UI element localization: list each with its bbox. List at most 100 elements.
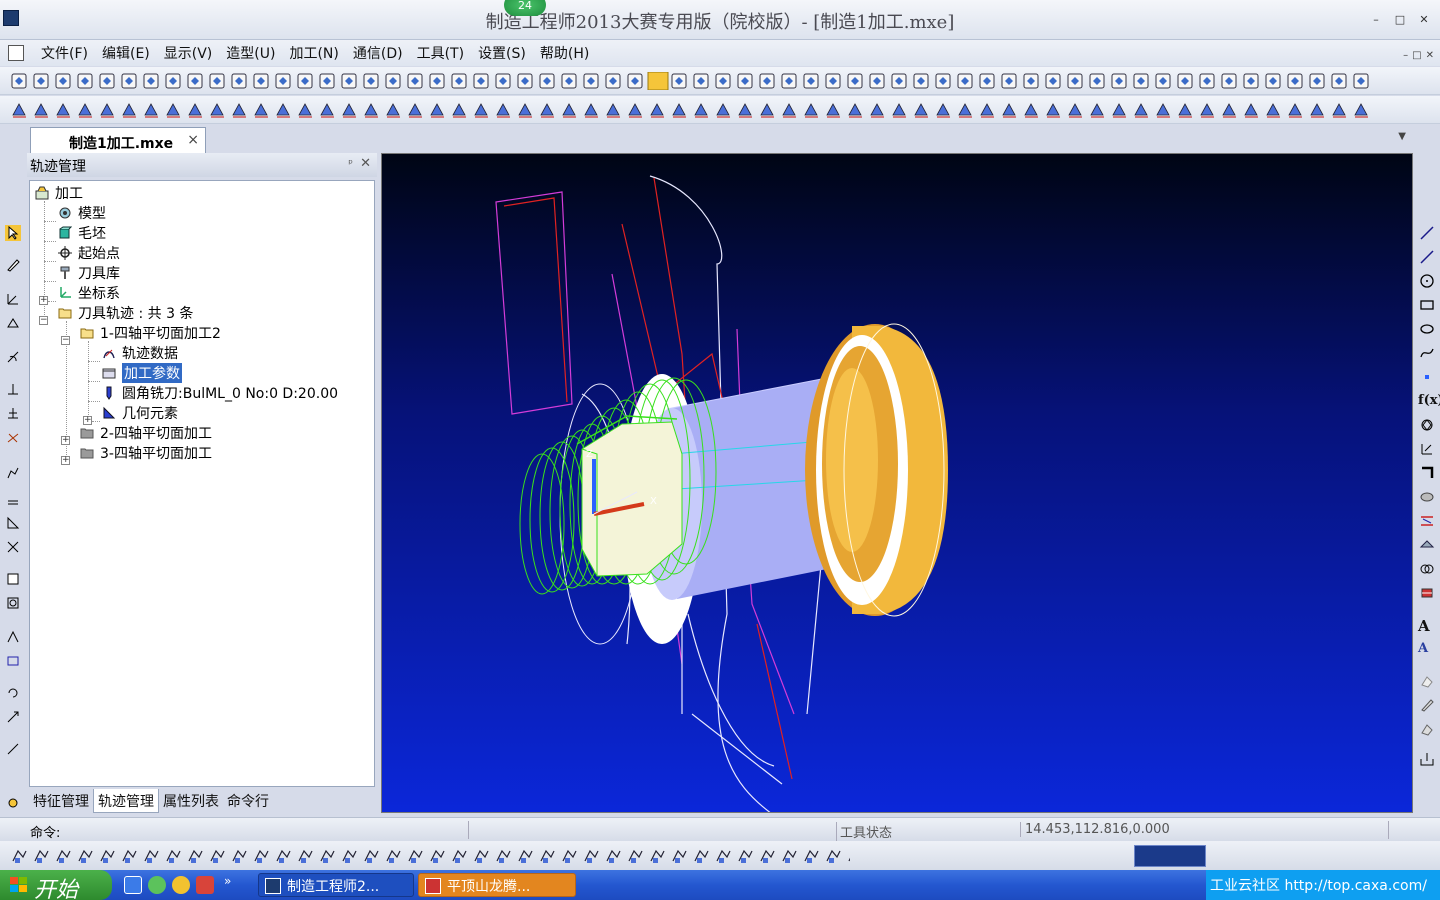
3d-viewport[interactable]: Z X [381, 153, 1413, 813]
rectangle-icon[interactable] [1419, 297, 1435, 313]
collapse-trajectory-1[interactable]: − [61, 336, 70, 345]
tree-item-machining-parameters[interactable]: 加工参数 [102, 363, 182, 383]
tree-item-tool-library[interactable]: 刀具库 [58, 263, 120, 283]
menu-communication[interactable]: 通信(D) [346, 43, 410, 63]
close-button[interactable]: ✕ [1414, 12, 1434, 28]
menu-machining[interactable]: 加工(N) [282, 43, 345, 63]
eraser-icon[interactable] [1419, 673, 1435, 689]
document-menu-icon[interactable] [8, 45, 24, 61]
trim-icon[interactable] [1419, 465, 1435, 481]
tree-item-blank[interactable]: 毛坯 [58, 223, 106, 243]
taskbar-item-caxa[interactable]: 制造工程师2... [258, 873, 414, 897]
sketch-pen-icon[interactable] [5, 257, 21, 273]
menu-view[interactable]: 显示(V) [157, 43, 220, 63]
mdi-close-button[interactable]: ✕ [1426, 50, 1434, 61]
panel-close-icon[interactable]: ✕ [360, 156, 371, 171]
notification-badge[interactable]: 24 [504, 0, 546, 16]
sweep-icon[interactable] [5, 381, 21, 397]
loop-icon[interactable] [1419, 561, 1435, 577]
fillet-icon[interactable] [5, 429, 21, 445]
tree-item-machining[interactable]: 加工 [35, 183, 83, 203]
chamfer-icon[interactable] [5, 465, 21, 481]
revolve-icon[interactable] [5, 349, 21, 365]
input-method-bar[interactable] [1134, 845, 1206, 867]
quick-launch-desktop-icon[interactable] [196, 876, 214, 894]
mirror-icon[interactable] [5, 539, 21, 555]
menu-modeling[interactable]: 造型(U) [219, 43, 282, 63]
quick-launch-media-icon[interactable] [172, 876, 190, 894]
surface-icon[interactable] [1419, 489, 1435, 505]
quick-launch-more-icon[interactable]: » [224, 875, 231, 894]
tree-item-geometry[interactable]: 几何元素 [102, 403, 178, 423]
bottom-toolbar-icons[interactable] [10, 847, 850, 865]
quick-launch-browser-icon[interactable] [148, 876, 166, 894]
color-surface-icon[interactable] [1419, 585, 1435, 601]
document-tab[interactable]: 制造1加工.mxe × [30, 127, 206, 153]
text-icon[interactable]: A [1418, 617, 1430, 635]
maximize-button[interactable]: □ [1390, 12, 1410, 28]
pattern-icon[interactable] [5, 595, 21, 611]
expand-trajectory-2[interactable]: + [61, 436, 70, 445]
pin-icon[interactable]: ᵖ [348, 157, 353, 170]
tree-item-trajectory-2[interactable]: 2-四轴平切面加工 [80, 423, 212, 443]
tab-command-line[interactable]: 命令行 [223, 789, 273, 813]
standard-toolbar-icons[interactable] [10, 71, 1370, 91]
polygon-icon[interactable] [1419, 417, 1435, 433]
menu-help[interactable]: 帮助(H) [533, 43, 596, 63]
offset-icon[interactable] [1419, 441, 1435, 457]
select-pointer-icon[interactable] [5, 225, 21, 241]
formula-curve-icon[interactable]: f(x) [1418, 393, 1440, 408]
menu-settings[interactable]: 设置(S) [471, 43, 533, 63]
tree-item-model[interactable]: 模型 [58, 203, 106, 223]
sheet-icon[interactable] [5, 571, 21, 587]
taskbar-item-pingdingshan[interactable]: 平顶山龙腾... [418, 873, 576, 897]
shell-icon[interactable] [5, 491, 21, 507]
rotate-icon[interactable] [5, 685, 21, 701]
quick-launch-app-icon[interactable] [124, 876, 142, 894]
tab-feature-manager[interactable]: 特征管理 [29, 789, 93, 813]
tree-item-bull-nose-cutter[interactable]: 圆角铣刀:BulML_0 No:0 D:20.00 [102, 383, 338, 403]
boolean-icon[interactable] [5, 629, 21, 645]
tree-item-tool-trajectories[interactable]: 刀具轨迹 : 共 3 条 [58, 303, 193, 323]
export-icon[interactable] [1419, 751, 1435, 767]
arc-line-icon[interactable] [1419, 249, 1435, 265]
tree-item-start-point[interactable]: 起始点 [58, 243, 120, 263]
point-icon[interactable] [1419, 369, 1435, 385]
tree-item-trajectory-data[interactable]: 轨迹数据 [102, 343, 178, 363]
start-button[interactable]: 开始 [0, 870, 112, 900]
tab-property-list[interactable]: 属性列表 [159, 789, 223, 813]
collapse-trajectories[interactable]: − [39, 316, 48, 325]
axis-icon[interactable] [5, 291, 21, 307]
tab-trajectory-manager[interactable]: 轨迹管理 [93, 789, 159, 813]
extrude-icon[interactable] [5, 315, 21, 331]
tree-item-trajectory-1[interactable]: 1-四轴平切面加工2 [80, 323, 221, 343]
edit-curve-icon[interactable] [1419, 697, 1435, 713]
line-icon[interactable] [1419, 225, 1435, 241]
machining-toolbar-icons[interactable] [10, 101, 1370, 119]
spline-icon[interactable] [1419, 345, 1435, 361]
expand-coordinate-system[interactable]: + [39, 296, 48, 305]
transform-icon[interactable] [5, 653, 21, 669]
circle-icon[interactable] [1419, 273, 1435, 289]
tab-list-dropdown-icon[interactable]: ▼ [1398, 131, 1406, 142]
mdi-minimize-button[interactable]: – [1403, 50, 1408, 61]
ellipse-icon[interactable] [1419, 321, 1435, 337]
settings-wheel-icon[interactable] [5, 795, 21, 811]
surface-mesh-icon[interactable] [1419, 537, 1435, 553]
tree-item-trajectory-3[interactable]: 3-四轴平切面加工 [80, 443, 212, 463]
curve-project-icon[interactable] [1419, 513, 1435, 529]
mdi-restore-button[interactable]: □ [1412, 50, 1421, 61]
minimize-button[interactable]: – [1366, 12, 1386, 28]
draft-icon[interactable] [5, 515, 21, 531]
menu-tools[interactable]: 工具(T) [410, 43, 471, 63]
measure-icon[interactable] [5, 741, 21, 757]
close-tab-icon[interactable]: × [187, 132, 199, 148]
scale-icon[interactable] [5, 709, 21, 725]
menu-file[interactable]: 文件(F) [34, 43, 95, 63]
loft-icon[interactable] [5, 405, 21, 421]
tree-item-coordinate-system[interactable]: 坐标系 [58, 283, 120, 303]
menu-edit[interactable]: 编辑(E) [95, 43, 157, 63]
text-style-icon[interactable]: A [1418, 641, 1428, 656]
expand-trajectory-3[interactable]: + [61, 456, 70, 465]
delete-curve-icon[interactable] [1419, 721, 1435, 737]
